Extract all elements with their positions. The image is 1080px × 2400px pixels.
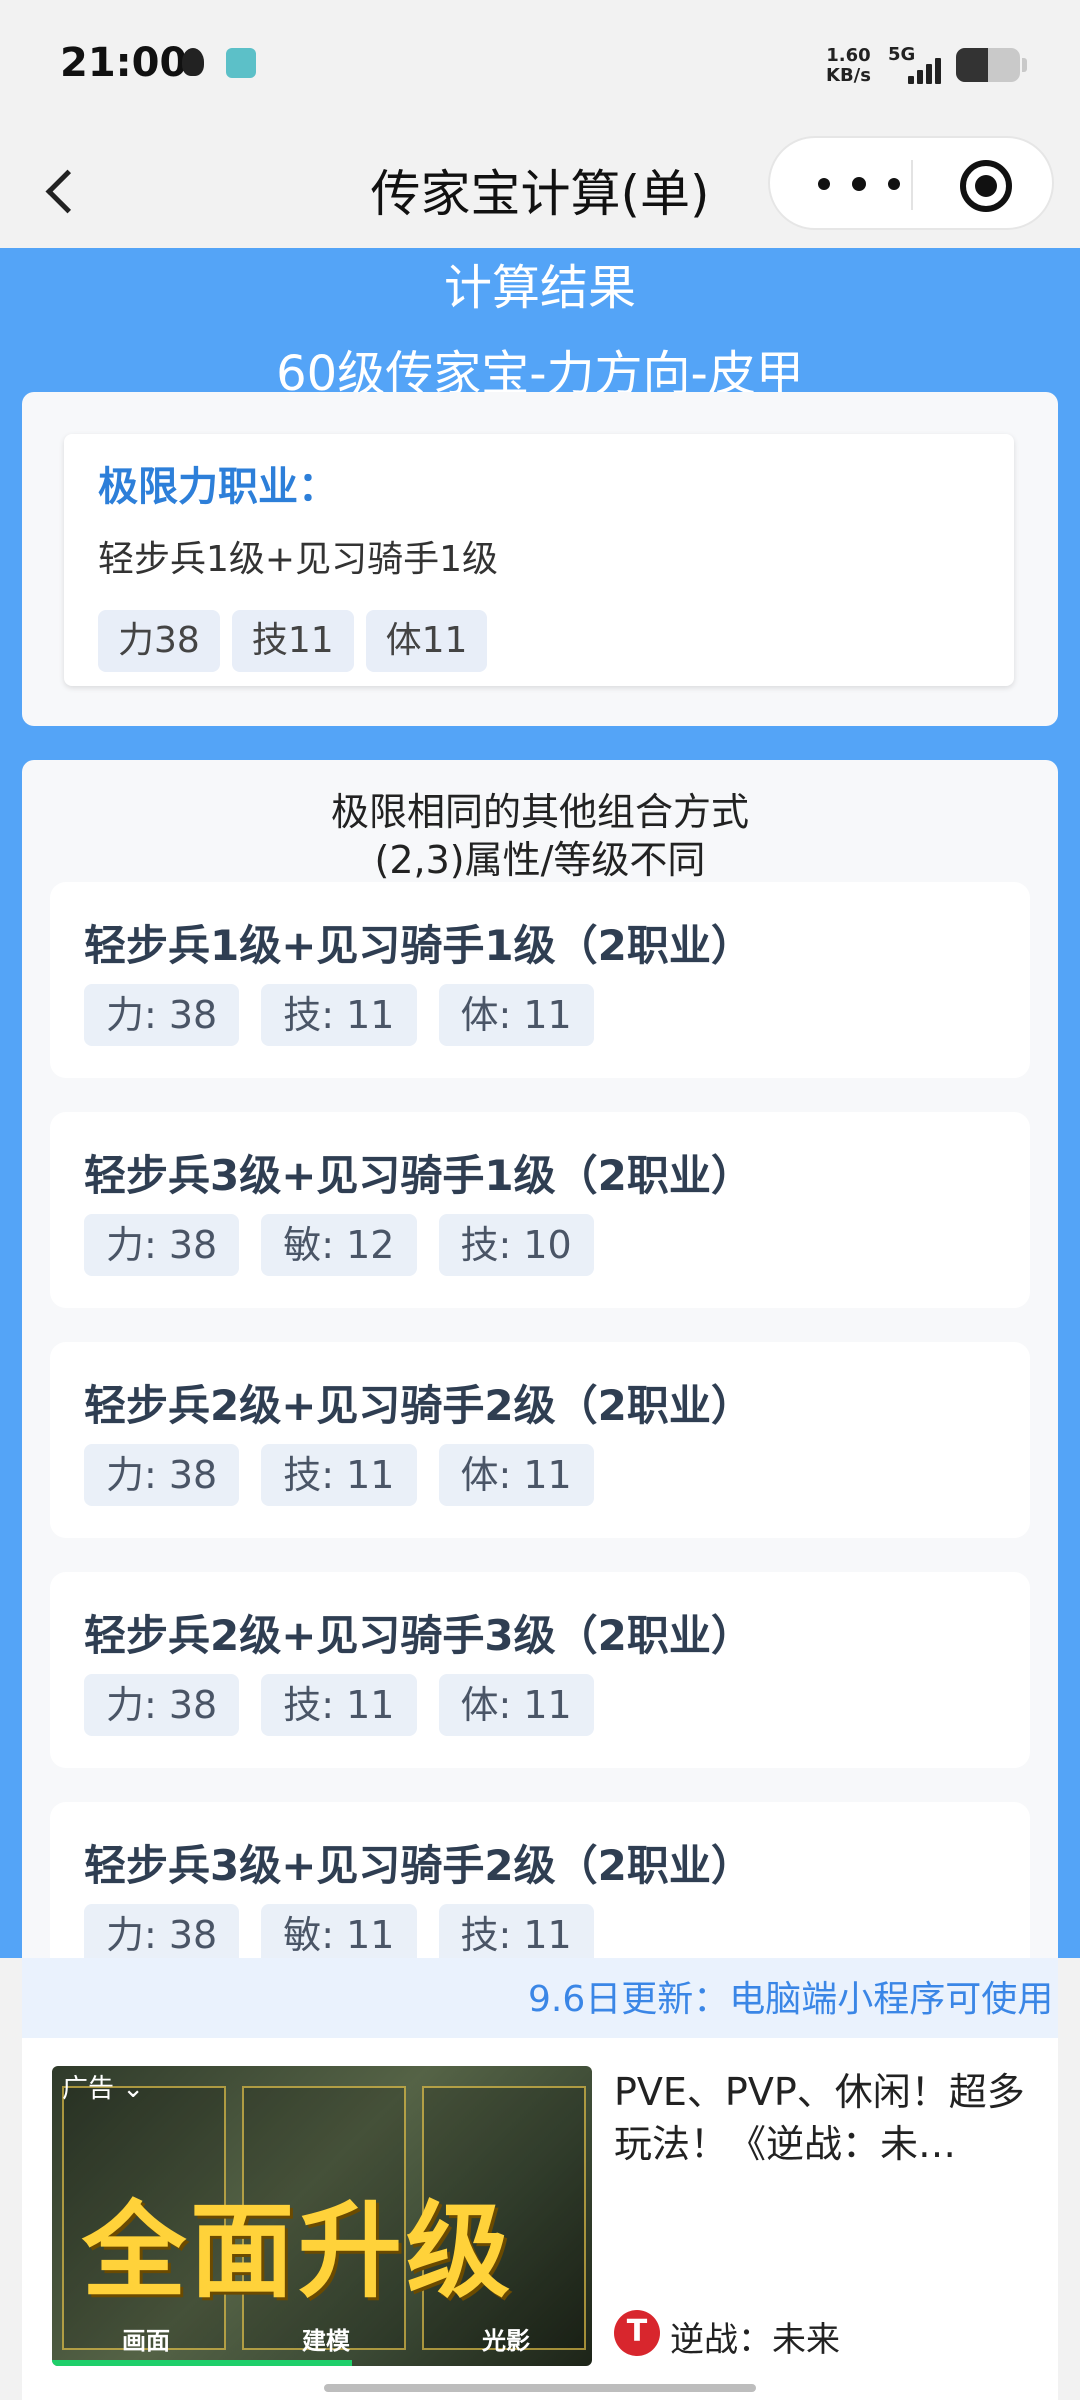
ad-description[interactable]: PVE、PVP、休闲！超多玩法！《逆战：未… <box>614 2066 1034 2170</box>
qq-notification-icon <box>182 48 204 76</box>
close-miniprogram-icon[interactable] <box>960 160 1012 212</box>
notice-bar[interactable]: 9.6日更新：电脑端小程序可使用 <box>22 1958 1058 2038</box>
stat-chip: 技: 11 <box>261 984 417 1046</box>
stat-chip: 体: 11 <box>438 984 594 1046</box>
combo-stats: 力: 38 敏: 11 技: 11 <box>84 1904 594 1958</box>
stat-chip: 体11 <box>365 610 488 672</box>
other-combos-title: 极限相同的其他组合方式 (2,3)属性/等级不同 <box>22 788 1058 884</box>
status-bar: 21:00 1.60 KB/s 5G <box>0 0 1080 130</box>
limit-combo: 轻步兵1级+见习骑手1级 <box>98 539 498 580</box>
status-time: 21:00 <box>60 40 188 86</box>
ad-progress-bar <box>52 2360 352 2366</box>
ad-banner-text: 全面升级 <box>82 2190 515 2312</box>
stat-chip: 技: 10 <box>438 1214 594 1276</box>
list-item[interactable]: 轻步兵2级+见习骑手2级（2职业） 力: 38 技: 11 体: 11 <box>50 1342 1030 1538</box>
limit-card-inner: 极限力职业： 轻步兵1级+见习骑手1级 力38 技11 体11 <box>64 434 1014 686</box>
list-item[interactable]: 轻步兵3级+见习骑手1级（2职业） 力: 38 敏: 12 技: 10 <box>50 1112 1030 1308</box>
miniprogram-capsule <box>768 136 1054 230</box>
list-item[interactable]: 轻步兵3级+见习骑手2级（2职业） 力: 38 敏: 11 技: 11 <box>50 1802 1030 1958</box>
ad-brand[interactable]: 逆战：未来 <box>670 2312 840 2361</box>
stat-chip: 体: 11 <box>438 1444 594 1506</box>
more-icon[interactable] <box>814 166 904 202</box>
combo-name: 轻步兵1级+见习骑手1级（2职业） <box>84 921 753 970</box>
ad-banner[interactable]: 广告 ⌄ 全面升级 画面 建模 光影 PVE、PVP、休闲！超多玩法！《逆战：未… <box>22 2038 1058 2400</box>
main-content: 计算结果 60级传家宝-力方向-皮甲 极限力职业： 轻步兵1级+见习骑手1级 力… <box>0 248 1080 1958</box>
stat-chip: 力: 38 <box>84 984 240 1046</box>
limit-title: 极限力职业： <box>98 464 338 510</box>
combo-name: 轻步兵2级+见习骑手2级（2职业） <box>84 1381 753 1430</box>
other-combos-card: 极限相同的其他组合方式 (2,3)属性/等级不同 轻步兵1级+见习骑手1级（2职… <box>22 760 1058 1958</box>
stat-chip: 体: 11 <box>438 1674 594 1736</box>
stat-chip: 力38 <box>98 610 220 672</box>
combo-name: 轻步兵2级+见习骑手3级（2职业） <box>84 1611 753 1660</box>
other-combos-title-line1: 极限相同的其他组合方式 <box>330 790 749 834</box>
brand-logo-icon <box>614 2310 660 2356</box>
combo-name: 轻步兵3级+见习骑手2级（2职业） <box>84 1841 753 1890</box>
network-speed: 1.60 KB/s <box>826 46 871 86</box>
limit-card: 极限力职业： 轻步兵1级+见习骑手1级 力38 技11 体11 <box>22 392 1058 726</box>
battery-tip <box>1022 58 1027 72</box>
combo-stats: 力: 38 技: 11 体: 11 <box>84 984 594 1046</box>
ad-banner-label: 画面 <box>122 2327 170 2355</box>
app-notification-icon <box>226 48 256 78</box>
network-speed-unit: KB/s <box>826 65 871 86</box>
result-heading: 计算结果 <box>443 260 636 316</box>
stat-chip: 敏: 11 <box>261 1904 417 1958</box>
combo-stats: 力: 38 敏: 12 技: 10 <box>84 1214 594 1276</box>
capsule-divider <box>911 160 913 210</box>
ad-tag[interactable]: 广告 ⌄ <box>62 2068 144 2105</box>
stat-chip: 力: 38 <box>84 1214 240 1276</box>
other-combos-title-line2: (2,3)属性/等级不同 <box>374 838 706 882</box>
stat-chip: 力: 38 <box>84 1444 240 1506</box>
notice-text: 9.6日更新：电脑端小程序可使用 <box>528 1979 1054 2020</box>
combo-stats: 力: 38 技: 11 体: 11 <box>84 1444 594 1506</box>
nav-bar: 传家宝计算(单) <box>0 130 1080 248</box>
stat-chip: 技: 11 <box>261 1674 417 1736</box>
stat-chip: 力: 38 <box>84 1674 240 1736</box>
home-indicator[interactable] <box>324 2384 756 2392</box>
stat-chip: 技11 <box>231 610 354 672</box>
combo-name: 轻步兵3级+见习骑手1级（2职业） <box>84 1151 753 1200</box>
ad-image[interactable]: 广告 ⌄ 全面升级 画面 建模 光影 <box>52 2066 592 2366</box>
stat-chip: 技: 11 <box>261 1444 417 1506</box>
stat-chip: 敏: 12 <box>261 1214 417 1276</box>
stat-chip: 力: 38 <box>84 1904 240 1958</box>
signal-icon <box>904 54 944 84</box>
network-speed-value: 1.60 <box>826 45 871 66</box>
limit-stats: 力38 技11 体11 <box>98 610 488 672</box>
ad-banner-label: 光影 <box>482 2327 530 2355</box>
ad-banner-label: 建模 <box>302 2327 350 2355</box>
list-item[interactable]: 轻步兵2级+见习骑手3级（2职业） 力: 38 技: 11 体: 11 <box>50 1572 1030 1768</box>
combo-stats: 力: 38 技: 11 体: 11 <box>84 1674 594 1736</box>
ad-tag-label: 广告 <box>62 2074 115 2104</box>
stat-chip: 技: 11 <box>438 1904 594 1958</box>
battery-icon <box>956 48 1020 82</box>
chevron-down-icon: ⌄ <box>122 2074 145 2104</box>
list-item[interactable]: 轻步兵1级+见习骑手1级（2职业） 力: 38 技: 11 体: 11 <box>50 882 1030 1078</box>
